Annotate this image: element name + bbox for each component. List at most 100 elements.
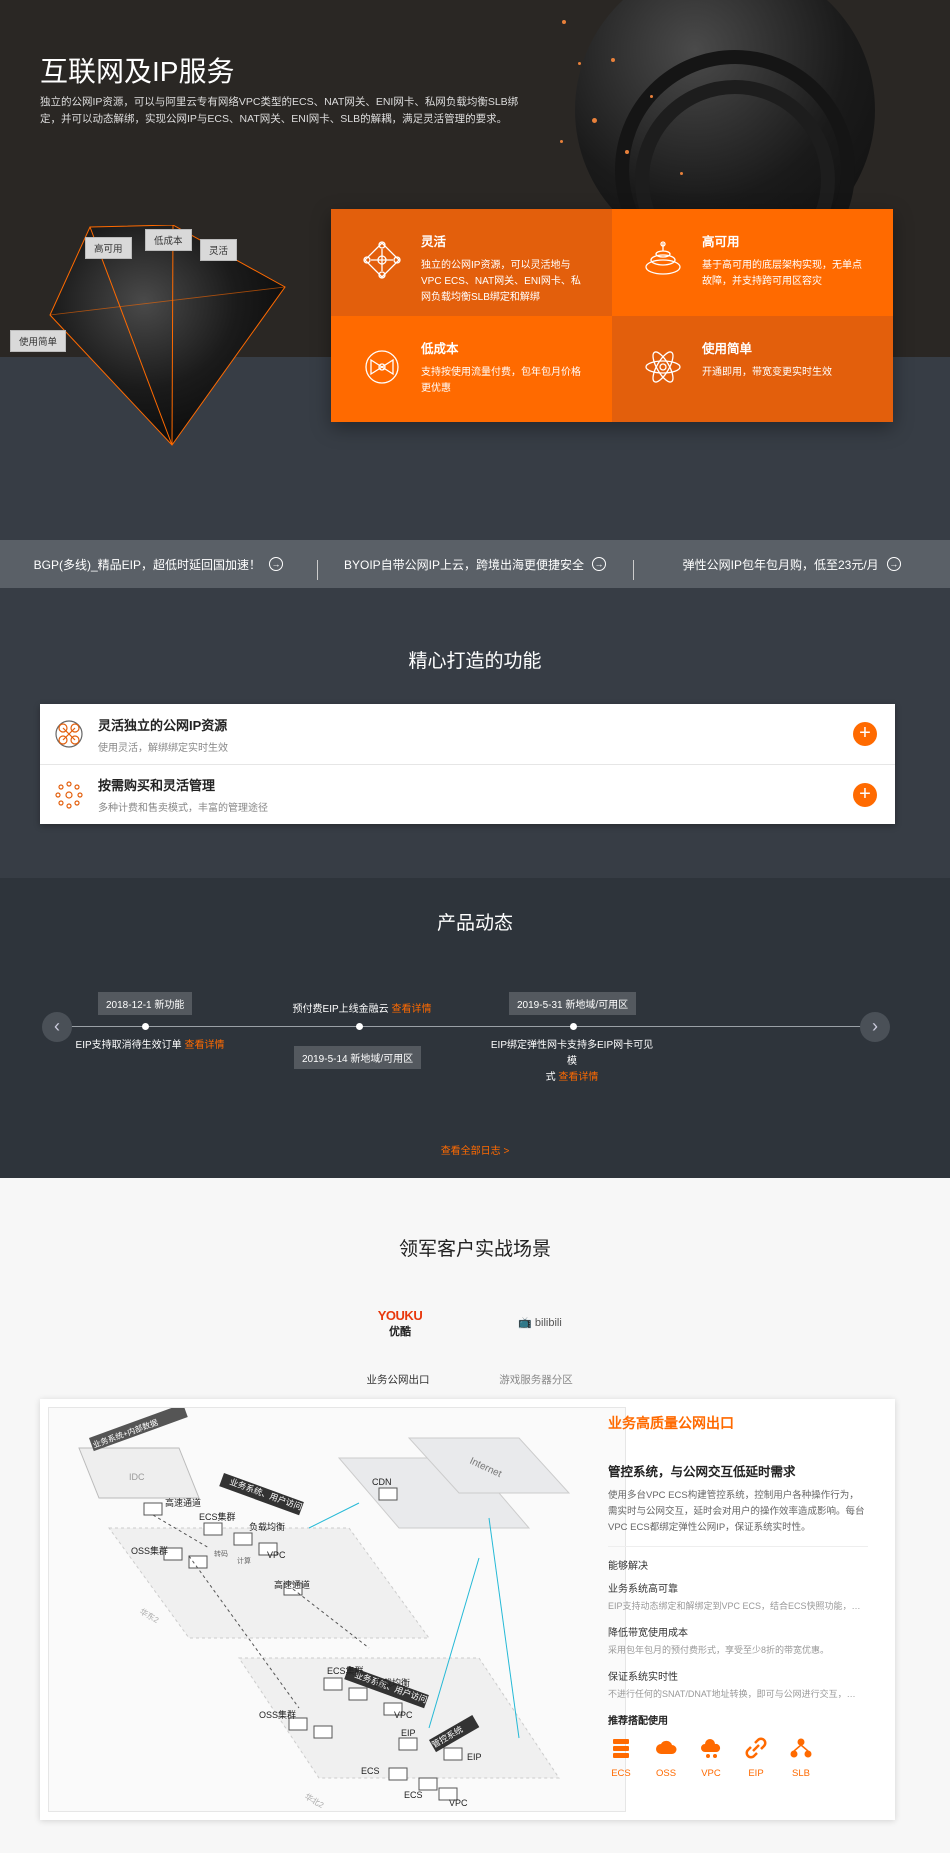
product-label: OSS bbox=[655, 1768, 677, 1779]
oss-cluster-label-1: OSS集群 bbox=[131, 1545, 168, 1556]
product-news-section: 产品动态 ‹ › 2018-12-1 新功能 EIP支持取消待生效订单 查看详情… bbox=[0, 878, 950, 1178]
view-details-link[interactable]: 查看详情 bbox=[391, 1004, 431, 1015]
layers-icon bbox=[645, 241, 681, 275]
arrow-right-icon: → bbox=[592, 557, 607, 571]
ecs-cluster-label-2: ECS集群 bbox=[327, 1665, 364, 1676]
event-text: 预付费EIP上线金融云 bbox=[292, 1004, 389, 1015]
slb-label-2: 负载均衡 bbox=[374, 1677, 410, 1688]
accordion-desc: 使用灵活，解绑绑定实时生效 bbox=[98, 742, 228, 754]
view-details-link[interactable]: 查看详情 bbox=[558, 1072, 598, 1083]
expand-plus-icon[interactable]: + bbox=[853, 783, 877, 807]
timeline-next-button[interactable]: › bbox=[860, 1012, 890, 1042]
product-oss[interactable]: OSS bbox=[653, 1737, 679, 1779]
timeline-dot bbox=[356, 1023, 363, 1030]
feature-desc: 独立的公网IP资源，可以灵活地与VPC ECS、NAT网关、ENI网卡、私网负载… bbox=[421, 260, 581, 303]
benefit-title: 业务系统高可靠 bbox=[608, 1584, 678, 1595]
benefit-title: 保证系统实时性 bbox=[608, 1672, 678, 1683]
capabilities-accordion: 灵活独立的公网IP资源 使用灵活，解绑绑定实时生效 + 按需购买和灵活管理 多种… bbox=[40, 704, 895, 824]
cloud-network-icon bbox=[701, 1739, 721, 1758]
feature-high-availability: 高可用 基于高可用的底层架构实现，无单点故障，并支持跨可用区容灾 bbox=[612, 209, 893, 316]
transfer-label: 转码 bbox=[214, 1549, 228, 1558]
promo-text: 弹性公网IP包年包月购，低至23元/月 bbox=[682, 557, 879, 572]
region-label-north: 华北2 bbox=[303, 1791, 326, 1810]
timeline-dot bbox=[570, 1023, 577, 1030]
feature-flexible: 灵活 独立的公网IP资源，可以灵活地与VPC ECS、NAT网关、ENI网卡、私… bbox=[331, 209, 612, 316]
feature-desc: 基于高可用的底层架构实现，无单点故障，并支持跨可用区容灾 bbox=[702, 260, 862, 287]
billing-network-icon bbox=[55, 780, 83, 809]
feature-easy-to-use: 使用简单 开通即用，带宽变更实时生效 bbox=[612, 315, 893, 422]
event-text: EIP绑定弹性网卡支持多EIP网卡可见模 bbox=[490, 1040, 654, 1067]
vpc-label-2: VPC bbox=[394, 1710, 413, 1720]
promo-strip: BGP(多线)_精品EIP，超低时延回国加速！ → BYOIP自带公网IP上云，… bbox=[0, 540, 950, 588]
feature-desc: 支持按使用流量付费，包年包月价格更优惠 bbox=[421, 366, 581, 394]
tab-business-egress[interactable]: 业务公网出口 bbox=[338, 1372, 458, 1387]
timeline-prev-button[interactable]: ‹ bbox=[42, 1012, 72, 1042]
cost-icon bbox=[365, 349, 399, 384]
product-ecs[interactable]: ECS bbox=[608, 1737, 634, 1779]
feature-desc: 开通即用，带宽变更实时生效 bbox=[702, 366, 832, 378]
cloud-storage-icon bbox=[656, 1740, 677, 1754]
link-icon bbox=[745, 1737, 767, 1759]
feature-grid: 灵活 独立的公网IP资源，可以灵活地与VPC ECS、NAT网关、ENI网卡、私… bbox=[331, 209, 893, 422]
product-label: SLB bbox=[792, 1768, 810, 1779]
accordion-item-ip-resource[interactable]: 灵活独立的公网IP资源 使用灵活，解绑绑定实时生效 + bbox=[40, 704, 895, 764]
accordion-title: 按需购买和灵活管理 bbox=[98, 778, 216, 793]
event-text: 式 bbox=[545, 1072, 556, 1083]
feature-title: 低成本 bbox=[421, 341, 459, 356]
accordion-item-billing[interactable]: 按需购买和灵活管理 多种计费和售卖模式，丰富的管理途径 + bbox=[40, 764, 895, 824]
case-desc: 使用多台VPC ECS构建管控系统，控制用户各种操作行为，需实时与公网交互，延时… bbox=[608, 1488, 868, 1547]
vpc-label-1: VPC bbox=[267, 1550, 286, 1560]
product-list: ECS OSS VPC EIP SLB bbox=[608, 1737, 868, 1779]
idc-label: IDC bbox=[129, 1472, 145, 1482]
promo-link-bgp[interactable]: BGP(多线)_精品EIP，超低时延回国加速！ → bbox=[0, 556, 317, 573]
bilibili-logo[interactable]: 📺 bilibili bbox=[510, 1316, 570, 1329]
promo-text: BYOIP自带公网IP上云，跨境出海更便捷安全 bbox=[343, 557, 585, 572]
tag-high-availability: 高可用 bbox=[85, 237, 132, 259]
customer-cases-section: 领军客户实战场景 YOUKU 优酷 📺 bilibili 业务公网出口 游戏服务… bbox=[0, 1178, 950, 1853]
benefit-text: 不进行任何的SNAT/DNAT地址转换，即可与公网进行交互，保证... bbox=[608, 1689, 863, 1699]
oss-cluster-label-2: OSS集群 bbox=[259, 1709, 296, 1720]
recommend-label: 推荐搭配使用 bbox=[608, 1716, 668, 1727]
server-icon bbox=[613, 1739, 629, 1758]
ecs-label-1: ECS bbox=[361, 1766, 380, 1776]
feature-title: 高可用 bbox=[702, 235, 740, 249]
feature-low-cost: 低成本 支持按使用流量付费，包年包月价格更优惠 bbox=[331, 315, 612, 422]
slb-label-1: 负载均衡 bbox=[249, 1521, 285, 1532]
product-vpc[interactable]: VPC bbox=[698, 1737, 724, 1779]
biz-system-label: 业务系统+内部数据 bbox=[91, 1417, 159, 1450]
hero-description: 独立的公网IP资源，可以与阿里云专有网络VPC类型的ECS、NAT网关、ENI网… bbox=[40, 96, 519, 125]
logo-text: bilibili bbox=[534, 1317, 562, 1329]
promo-text: BGP(多线)_精品EIP，超低时延回国加速！ bbox=[33, 557, 262, 572]
solve-label: 能够解决 bbox=[608, 1561, 648, 1572]
section-title: 产品动态 bbox=[436, 913, 513, 934]
vpc-label-3: VPC bbox=[449, 1798, 468, 1808]
event-text: EIP支持取消待生效订单 bbox=[75, 1040, 182, 1051]
logo-text-cn: 优酷 bbox=[389, 1326, 411, 1338]
network-icon bbox=[363, 241, 401, 279]
product-slb[interactable]: SLB bbox=[788, 1737, 814, 1779]
case-heading: 业务高质量公网出口 bbox=[608, 1415, 734, 1431]
expand-plus-icon[interactable]: + bbox=[853, 722, 877, 746]
product-label: EIP bbox=[748, 1768, 764, 1779]
tab-game-server[interactable]: 游戏服务器分区 bbox=[476, 1372, 596, 1387]
feature-title: 使用简单 bbox=[702, 341, 753, 356]
promo-link-subscription[interactable]: 弹性公网IP包年包月购，低至23元/月 → bbox=[633, 556, 950, 580]
promo-link-byoip[interactable]: BYOIP自带公网IP上云，跨境出海更便捷安全 → bbox=[316, 556, 634, 580]
page-title: 互联网及IP服务 bbox=[40, 56, 235, 87]
timeline-event: EIP支持取消待生效订单 查看详情 bbox=[70, 1038, 230, 1054]
tag-easy-to-use: 使用简单 bbox=[10, 330, 67, 352]
case-scene-card: 业务系统+内部数据 IDC 业务系统、用户访问 业务系统、用户访问 管控系统 I… bbox=[40, 1399, 895, 1820]
tag-flexible: 灵活 bbox=[200, 239, 238, 261]
tag-low-cost: 低成本 bbox=[145, 229, 192, 251]
youku-logo[interactable]: YOUKU 优酷 bbox=[360, 1308, 440, 1339]
product-eip[interactable]: EIP bbox=[743, 1737, 769, 1779]
view-details-link[interactable]: 查看详情 bbox=[184, 1040, 224, 1051]
view-all-logs-link[interactable]: 查看全部日志 > bbox=[0, 1142, 950, 1157]
case-subtitle: 管控系统，与公网交互低延时需求 bbox=[608, 1465, 796, 1479]
ecs-cluster-label-1: ECS集群 bbox=[199, 1511, 236, 1522]
section-title: 领军客户实战场景 bbox=[398, 1239, 551, 1260]
eip-label-2: EIP bbox=[467, 1752, 482, 1762]
timeline-date: 2018-12-1 新功能 bbox=[98, 992, 193, 1015]
timeline-line bbox=[70, 1026, 870, 1027]
eip-label-1: EIP bbox=[401, 1728, 416, 1738]
